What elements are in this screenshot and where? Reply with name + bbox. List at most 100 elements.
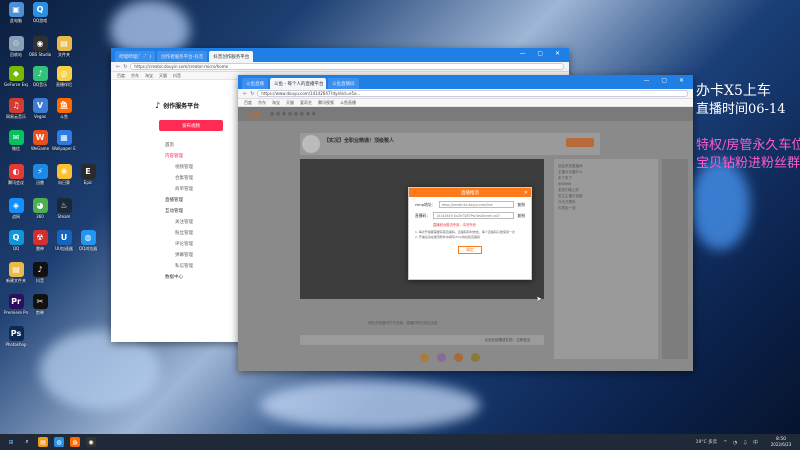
back-arrow-icon[interactable]: ←	[116, 64, 120, 70]
streamer-avatar[interactable]	[302, 135, 320, 153]
tray-icons[interactable]: ^ ◔ ♫ 中	[723, 439, 760, 446]
desktop-icon[interactable]: ❀ 向日葵	[52, 164, 76, 185]
sidebar-item[interactable]: 关注管理	[153, 216, 233, 227]
copy-code-button[interactable]: 复制	[517, 213, 525, 219]
sidebar-item[interactable]: 私信管理	[153, 260, 233, 271]
desktop-icon[interactable]: Q QQ游戏	[28, 2, 52, 23]
back-tab-2[interactable]: 创作者服务平台-抖音	[157, 51, 208, 62]
taskbar-app-icon[interactable]: ◉	[86, 437, 96, 447]
desktop-icon[interactable]: ✉ 微信	[4, 130, 28, 151]
front-url-bar[interactable]: https://www.douyu.com/14142647?dyshid=e5…	[257, 90, 688, 97]
gift-hint[interactable]: 点击此处赠送礼物，立即送出	[485, 338, 531, 343]
sidebar-item[interactable]: 互动管理	[153, 205, 233, 216]
desktop-icon[interactable]: ▣ 此电脑	[4, 2, 28, 23]
desktop-icon[interactable]: ✂ 剪映	[28, 294, 52, 315]
bookmark-item[interactable]: 抖音	[173, 73, 181, 79]
desktop-icon[interactable]: ◎ 直播伴侣	[52, 66, 76, 87]
taskbar-app-icon[interactable]: 鱼	[70, 437, 80, 447]
bookmark-item[interactable]: 腾讯视频	[318, 100, 334, 106]
back-arrow-icon[interactable]: ←	[243, 91, 247, 97]
back-window-controls[interactable]: — ▢ ✕	[519, 50, 565, 57]
desktop-icon[interactable]: ▤ 文件夹	[52, 36, 76, 57]
desktop-icon[interactable]: U UU加速器	[52, 230, 76, 251]
follow-button[interactable]	[566, 138, 594, 147]
desktop-icon[interactable]: V Vegas	[28, 98, 52, 119]
desktop-icon[interactable]: ☢ 雷神	[28, 230, 52, 251]
back-tab-1[interactable]: 哔哩哔哩(゜-゜)	[115, 51, 156, 62]
bookmark-item[interactable]: 爱奇艺	[300, 100, 312, 106]
bookmark-item[interactable]: 淘宝	[145, 73, 153, 79]
back-tab-3[interactable]: 抖音创作服务平台	[209, 51, 254, 62]
bookmark-item[interactable]: 百度	[117, 73, 125, 79]
sidebar-item[interactable]: 视频管理	[153, 161, 233, 172]
app-icon: ◆	[8, 66, 24, 81]
desktop-icon[interactable]: ◐ 腾讯会议	[4, 164, 28, 185]
desktop-icon[interactable]: ♪ 抖音	[28, 262, 52, 283]
desktop-icon[interactable]: W WeGame	[28, 130, 52, 151]
nav-icon[interactable]: ◉ ◉ ◉ ◉ ◉ ◉ ◉ ◉	[270, 111, 316, 117]
desktop-icon-label: 文件夹	[58, 52, 70, 57]
sidebar-item[interactable]: 粉丝管理	[153, 227, 233, 238]
taskbar-app-icon[interactable]: ◍	[54, 437, 64, 447]
refresh-icon[interactable]: ↻	[123, 64, 127, 70]
desktop-icon[interactable]: ◕ 360	[28, 198, 52, 219]
front-window-controls[interactable]: — ▢ ✕	[643, 77, 689, 84]
refresh-icon[interactable]: ↻	[250, 91, 254, 97]
sidebar-item[interactable]: 内容管理	[153, 150, 233, 161]
desktop-icon[interactable]: ◍ QQ浏览器	[76, 230, 100, 251]
sidebar-item[interactable]: 评论管理	[153, 238, 233, 249]
bookmark-item[interactable]: 天猫	[159, 73, 167, 79]
sidebar-item[interactable]: 合集管理	[153, 172, 233, 183]
taskbar-app-icon[interactable]: ▤	[38, 437, 48, 447]
dialog-title: 直播推流	[461, 190, 479, 196]
desktop-icon[interactable]: ♲ 回收站	[4, 36, 28, 57]
sidebar-item[interactable]: 数据中心	[153, 271, 233, 282]
upload-video-button[interactable]: 发布视频	[159, 120, 223, 131]
bookmark-item[interactable]: 京东	[131, 73, 139, 79]
desktop-icon[interactable]: ♪ QQ音乐	[28, 66, 52, 87]
desktop-icon[interactable]: ♨ Steam	[52, 198, 76, 219]
dialog-ok-button[interactable]: 确定	[458, 246, 482, 254]
copy-rtmp-button[interactable]: 复制	[517, 202, 525, 208]
windows-start-icon[interactable]: ⊞	[6, 437, 16, 447]
close-icon[interactable]: ✕	[524, 190, 528, 196]
gift-row[interactable]	[300, 353, 544, 365]
bookmark-item[interactable]: 淘宝	[272, 100, 280, 106]
front-tab-1[interactable]: 斗鱼直播	[242, 78, 268, 89]
sidebar-item[interactable]: 商单管理	[153, 183, 233, 194]
desktop-icon[interactable]: Pr Premiere Pro	[4, 294, 28, 315]
front-tab-3[interactable]: 斗鱼直播间	[328, 78, 359, 89]
weather-text[interactable]: 19°C 多云	[696, 439, 718, 445]
bookmark-item[interactable]: 京东	[258, 100, 266, 106]
desktop-icon[interactable]: ♫ 网易云音乐	[4, 98, 28, 119]
desktop-icon[interactable]: 鱼斗鱼	[52, 98, 76, 119]
sidebar-item[interactable]: 首页	[153, 139, 233, 150]
douyin-logo-icon: ♪	[155, 100, 161, 110]
clock[interactable]: 8:50 2022/6/23	[766, 437, 796, 447]
desktop-icon[interactable]: ▤ 新建文件夹	[4, 262, 28, 283]
desktop-icon[interactable]: Ps Photoshop	[4, 326, 28, 347]
desktop-icon[interactable]: ◈ 战网	[4, 198, 28, 219]
desktop-icon[interactable]: Q QQ	[4, 230, 28, 251]
rtmp-field[interactable]: rtmp://sendtc3a.douyu.com/live	[438, 201, 515, 208]
douyu-browser-window[interactable]: 斗鱼直播 斗鱼 - 每个人的直播平台 斗鱼直播间 — ▢ ✕ ← ↻ https…	[238, 75, 693, 371]
desktop-icon[interactable]: E Epic	[76, 164, 100, 185]
desktop-icon[interactable]: ◆GeForce Experience	[4, 66, 28, 87]
desktop-icon[interactable]: ▦Wallpaper Engine	[52, 130, 76, 151]
desktop-icon[interactable]: ⚡ 迅雷	[28, 164, 52, 185]
desktop-icon[interactable]: ◉ OBS Studio	[28, 36, 52, 57]
bookmark-item[interactable]: 天猫	[286, 100, 294, 106]
desktop-icon-label: Photoshop	[5, 342, 27, 347]
front-tab-2[interactable]: 斗鱼 - 每个人的直播平台	[270, 78, 326, 89]
dialog-note-1: 1. 每次开播都需要获取直播码，直播码有时效性，每个直播码只能使用一次	[415, 230, 515, 234]
search-icon[interactable]: ⌕	[22, 437, 32, 447]
back-url-bar[interactable]: https://creator.douyin.com/creator-micro…	[130, 63, 564, 70]
douyu-logo-icon[interactable]: 斗鱼	[248, 110, 260, 119]
bookmark-item[interactable]: 斗鱼直播	[340, 100, 356, 106]
sidebar-item[interactable]: 直播管理	[153, 194, 233, 205]
desktop-icon-label: 战网	[12, 214, 20, 219]
bookmark-item[interactable]: 百度	[244, 100, 252, 106]
app-icon: 鱼	[56, 98, 72, 113]
sidebar-item[interactable]: 弹幕管理	[153, 249, 233, 260]
code-field[interactable]: 14142647rUxZeTQ87Pw?wsSecret=a47	[433, 212, 515, 219]
